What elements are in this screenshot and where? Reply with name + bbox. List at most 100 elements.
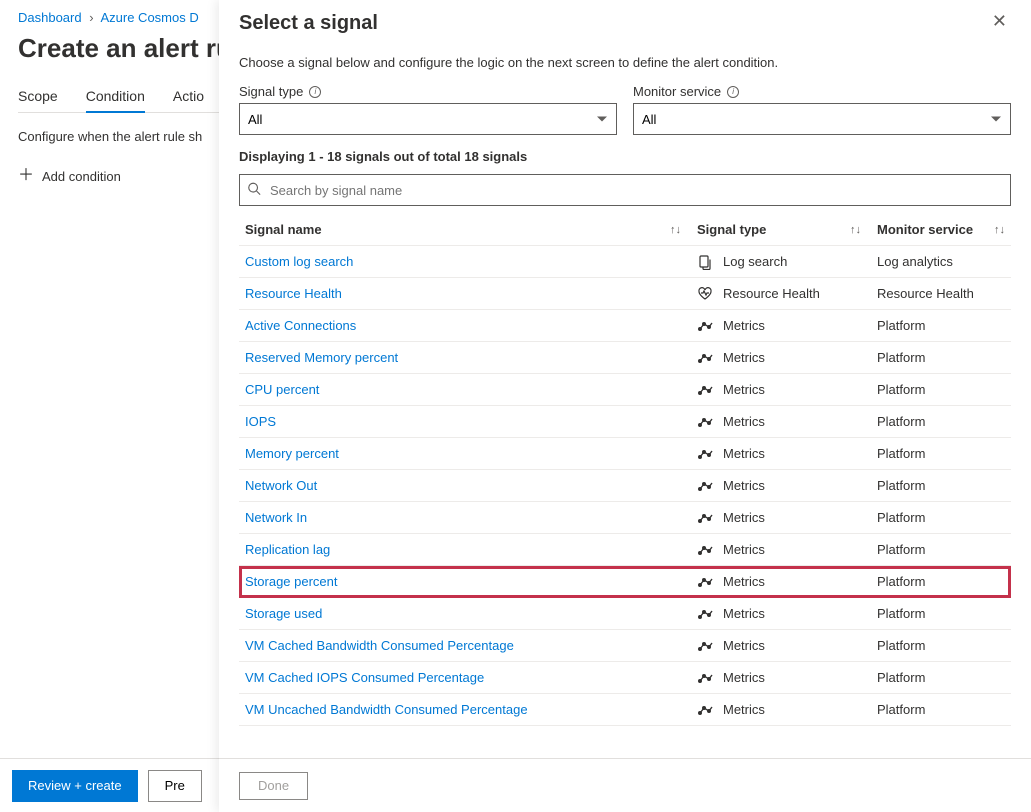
signal-name-link[interactable]: Storage used — [245, 606, 322, 621]
monitor-service-text: Platform — [877, 382, 1005, 397]
metric-icon — [697, 510, 713, 526]
signal-type-text: Metrics — [723, 606, 765, 621]
monitor-service-text: Platform — [877, 478, 1005, 493]
metric-icon — [697, 638, 713, 654]
signal-type-text: Metrics — [723, 702, 765, 717]
table-row[interactable]: Network Out Metrics Platform — [239, 470, 1011, 502]
table-row[interactable]: Active Connections Metrics Platform — [239, 310, 1011, 342]
signal-name-link[interactable]: Active Connections — [245, 318, 356, 333]
select-signal-panel: Select a signal ✕ Choose a signal below … — [219, 0, 1031, 812]
metric-icon — [697, 446, 713, 462]
signal-type-label: Signal type i — [239, 84, 617, 99]
monitor-service-text: Platform — [877, 446, 1005, 461]
table-row[interactable]: VM Uncached Bandwidth Consumed Percentag… — [239, 694, 1011, 726]
signal-name-link[interactable]: Storage percent — [245, 574, 338, 589]
monitor-service-text: Resource Health — [877, 286, 1005, 301]
table-header: Signal name↑↓ Signal type↑↓ Monitor serv… — [239, 214, 1011, 246]
sort-icon: ↑↓ — [670, 224, 681, 236]
table-row[interactable]: VM Cached IOPS Consumed Percentage Metric… — [239, 662, 1011, 694]
metric-icon — [697, 478, 713, 494]
signal-type-text: Metrics — [723, 638, 765, 653]
signal-type-select[interactable]: All — [239, 103, 617, 135]
metric-icon — [697, 382, 713, 398]
monitor-service-text: Platform — [877, 318, 1005, 333]
table-row[interactable]: Custom log search Log search Log analytics — [239, 246, 1011, 278]
monitor-service-text: Platform — [877, 638, 1005, 653]
tab-scope[interactable]: Scope — [18, 82, 58, 112]
review-create-button[interactable]: Review + create — [12, 770, 138, 802]
breadcrumb-item[interactable]: Azure Cosmos D — [100, 10, 198, 25]
signal-name-link[interactable]: VM Uncached Bandwidth Consumed Percentag… — [245, 702, 528, 717]
tab-actions[interactable]: Actio — [173, 82, 204, 112]
search-input[interactable] — [239, 174, 1011, 206]
table-row[interactable]: Reserved Memory percent Metrics Platform — [239, 342, 1011, 374]
metric-icon — [697, 350, 713, 366]
signal-name-link[interactable]: Network In — [245, 510, 307, 525]
signal-name-link[interactable]: VM Cached Bandwidth Consumed Percentage — [245, 638, 514, 653]
signal-type-text: Metrics — [723, 350, 765, 365]
signal-type-text: Metrics — [723, 382, 765, 397]
done-button[interactable]: Done — [239, 772, 308, 800]
log-icon — [697, 254, 713, 270]
column-signal-type[interactable]: Signal type↑↓ — [697, 222, 877, 237]
chevron-right-icon: › — [85, 10, 97, 25]
close-icon[interactable]: ✕ — [988, 8, 1011, 34]
metric-icon — [697, 414, 713, 430]
signal-type-text: Metrics — [723, 670, 765, 685]
signal-type-text: Metrics — [723, 542, 765, 557]
table-row[interactable]: IOPS Metrics Platform — [239, 406, 1011, 438]
breadcrumb-item[interactable]: Dashboard — [18, 10, 82, 25]
metric-icon — [697, 702, 713, 718]
table-row[interactable]: Storage percent Metrics Platform — [239, 566, 1011, 598]
signal-name-link[interactable]: Network Out — [245, 478, 317, 493]
monitor-service-label: Monitor service i — [633, 84, 1011, 99]
signal-name-link[interactable]: Custom log search — [245, 254, 353, 269]
table-row[interactable]: Storage used Metrics Platform — [239, 598, 1011, 630]
signal-type-text: Metrics — [723, 318, 765, 333]
panel-description: Choose a signal below and configure the … — [239, 55, 1011, 70]
signal-name-link[interactable]: Reserved Memory percent — [245, 350, 398, 365]
signal-type-text: Resource Health — [723, 286, 820, 301]
signal-name-link[interactable]: IOPS — [245, 414, 276, 429]
table-row[interactable]: Replication lag Metrics Platform — [239, 534, 1011, 566]
metric-icon — [697, 574, 713, 590]
plus-icon: ＋ — [18, 168, 34, 184]
tab-condition[interactable]: Condition — [86, 82, 145, 112]
signal-name-link[interactable]: VM Cached IOPS Consumed Percentage — [245, 670, 484, 685]
panel-footer: Done — [219, 758, 1031, 812]
signal-type-text: Metrics — [723, 414, 765, 429]
table-row[interactable]: VM Cached Bandwidth Consumed Percentage M… — [239, 630, 1011, 662]
table-row[interactable]: Resource Health Resource Health Resource H… — [239, 278, 1011, 310]
table-row[interactable]: Memory percentMetricsPlatform — [239, 438, 1011, 470]
monitor-service-text: Platform — [877, 574, 1005, 589]
signal-name-link[interactable]: Replication lag — [245, 542, 330, 557]
monitor-service-text: Platform — [877, 542, 1005, 557]
monitor-service-text: Platform — [877, 414, 1005, 429]
monitor-service-text: Log analytics — [877, 254, 1005, 269]
signal-type-text: Metrics — [723, 478, 765, 493]
heart-icon — [697, 286, 713, 302]
sort-icon: ↑↓ — [850, 224, 861, 236]
signal-type-text: Metrics — [723, 574, 765, 589]
metric-icon — [697, 606, 713, 622]
column-monitor-service[interactable]: Monitor service↑↓ — [877, 222, 1005, 237]
info-icon[interactable]: i — [309, 86, 321, 98]
metric-icon — [697, 542, 713, 558]
signal-type-text: Log search — [723, 254, 787, 269]
monitor-service-text: Platform — [877, 606, 1005, 621]
table-row[interactable]: Network InMetricsPlatform — [239, 502, 1011, 534]
add-condition-label: Add condition — [42, 169, 121, 184]
signal-name-link[interactable]: Resource Health — [245, 286, 342, 301]
monitor-service-text: Platform — [877, 350, 1005, 365]
signal-name-link[interactable]: CPU percent — [245, 382, 319, 397]
signal-name-link[interactable]: Memory percent — [245, 446, 339, 461]
metric-icon — [697, 670, 713, 686]
search-icon — [247, 182, 261, 199]
info-icon[interactable]: i — [727, 86, 739, 98]
previous-button[interactable]: Pre — [148, 770, 202, 802]
metric-icon — [697, 318, 713, 334]
column-signal-name[interactable]: Signal name↑↓ — [245, 222, 697, 237]
table-row[interactable]: CPU percent Metrics Platform — [239, 374, 1011, 406]
monitor-service-select[interactable]: All — [633, 103, 1011, 135]
results-count: Displaying 1 - 18 signals out of total 1… — [239, 149, 1011, 164]
